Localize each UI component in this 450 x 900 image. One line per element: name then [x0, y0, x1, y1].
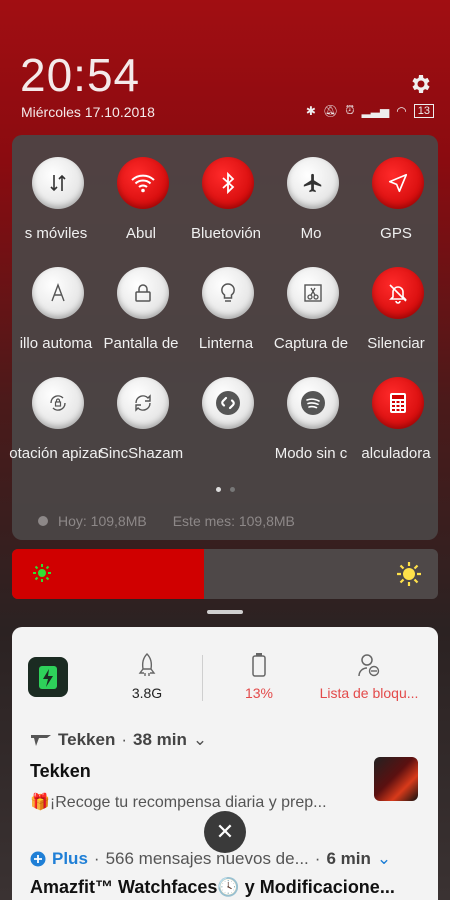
- data-usage: Hoy: 109,8MB Este mes: 109,8MB: [38, 513, 295, 529]
- settings-gear-icon[interactable]: [408, 72, 432, 96]
- blocked-user-icon: [308, 651, 430, 679]
- quick-settings-panel: s móviles Abul Bluetovión Mo GPS illo au…: [9, 135, 438, 540]
- wifi-icon: ◠: [396, 103, 407, 118]
- lock-icon: [117, 267, 169, 319]
- auto-brightness-icon: [32, 267, 84, 319]
- tile-airplane[interactable]: Mo: [267, 157, 352, 267]
- drag-handle[interactable]: [207, 610, 243, 614]
- system-shortcuts: 3.8G 13% Lista de bloqu...: [12, 627, 438, 717]
- bulb-icon: [202, 267, 254, 319]
- battery-value: 13%: [244, 685, 274, 701]
- status-header: 20:54 Miércoles 17.10.2018 ✱ 🔕︎ ⏰︎ ▂▃▅ ◠…: [0, 0, 450, 130]
- usage-today: Hoy: 109,8MB: [38, 513, 147, 529]
- calculator-icon: [372, 377, 424, 429]
- blocked-value: Lista de bloqu...: [319, 685, 419, 701]
- data-transfer-icon: [32, 157, 84, 209]
- status-icons: ✱ 🔕︎ ⏰︎ ▂▃▅ ◠ 13: [306, 103, 434, 118]
- tile-rotation-lock[interactable]: otación apizar: [9, 377, 103, 487]
- page-indicator: [12, 487, 438, 492]
- sync-icon: [117, 377, 169, 429]
- usage-dot-icon: [38, 516, 48, 526]
- bell-off-icon: [372, 267, 424, 319]
- quick-settings-grid: s móviles Abul Bluetovión Mo GPS illo au…: [9, 157, 438, 487]
- spotify-icon: [287, 377, 339, 429]
- tile-auto-brightness[interactable]: illo automa: [12, 267, 97, 377]
- tile-mobile-data[interactable]: s móviles: [12, 157, 97, 267]
- rotation-lock-icon: [32, 377, 84, 429]
- location-icon: [372, 157, 424, 209]
- tile-offline-mode[interactable]: Modo sin c: [267, 377, 352, 487]
- brightness-slider[interactable]: [12, 549, 438, 599]
- tile-wifi[interactable]: Abul: [97, 157, 182, 267]
- tile-silence[interactable]: Silenciar: [352, 267, 437, 377]
- battery-stat[interactable]: 13%: [224, 651, 294, 701]
- tile-screen-lock[interactable]: Pantalla de: [97, 267, 182, 377]
- bell-off-icon: 🔕︎: [322, 103, 339, 118]
- memory-stat[interactable]: 3.8G: [112, 651, 182, 701]
- close-icon: ✕: [215, 819, 235, 844]
- chevron-down-icon[interactable]: ⌄: [377, 849, 391, 869]
- tekken-thumbnail: [374, 757, 418, 801]
- battery-icon: [224, 651, 294, 679]
- notification-body[interactable]: 🎁¡Recoge tu recompensa diaria y prep...: [30, 792, 327, 812]
- clock: 20:54: [20, 49, 141, 101]
- tile-shazam[interactable]: [182, 377, 267, 487]
- brightness-low-icon: [32, 563, 52, 588]
- screenshot-icon: [287, 267, 339, 319]
- bluetooth-icon: [202, 157, 254, 209]
- notification-card: 3.8G 13% Lista de bloqu... Tekken · 38 min…: [12, 627, 438, 900]
- page-dot-active: [215, 487, 221, 492]
- tile-bluetooth[interactable]: Bluetovión: [182, 157, 267, 267]
- tekken-app-icon: [31, 735, 51, 746]
- tile-gps[interactable]: GPS: [352, 157, 437, 267]
- tile-label: alculadora: [361, 445, 431, 462]
- airplane-icon: [287, 157, 339, 209]
- tile-label: Silenciar: [367, 335, 425, 352]
- divider: [202, 655, 203, 701]
- close-button[interactable]: ✕: [204, 811, 246, 853]
- page-dot: [229, 487, 235, 492]
- blocked-list-stat[interactable]: Lista de bloqu...: [308, 651, 430, 701]
- tile-label: GPS: [380, 225, 412, 242]
- tile-flashlight[interactable]: Linterna: [182, 267, 267, 377]
- tile-calculator[interactable]: alculadora: [352, 377, 437, 487]
- notification-header[interactable]: Tekken · 38 min ⌄: [30, 730, 207, 750]
- shazam-icon: [202, 377, 254, 429]
- bluetooth-icon: ✱: [305, 103, 316, 118]
- chevron-down-icon[interactable]: ⌄: [193, 730, 207, 750]
- notification-header[interactable]: Plus · 566 mensajes nuevos de... · 6 min ⌄: [30, 849, 391, 869]
- plus-app-icon: [30, 851, 46, 867]
- notification-title[interactable]: Tekken: [30, 761, 91, 782]
- tile-screenshot[interactable]: Captura de: [267, 267, 352, 377]
- battery-indicator: 13: [413, 103, 434, 118]
- usage-month: Este mes: 109,8MB: [172, 513, 295, 529]
- rocket-icon: [112, 651, 182, 679]
- cleaner-app-icon[interactable]: [28, 657, 68, 697]
- signal-icon: ▂▃▅: [361, 103, 390, 118]
- memory-value: 3.8G: [131, 685, 163, 701]
- date: Miércoles 17.10.2018: [21, 104, 155, 120]
- alarm-icon: ⏰︎: [345, 103, 355, 117]
- brightness-high-icon: [396, 561, 422, 592]
- wifi-icon: [117, 157, 169, 209]
- tile-label: SincShazam: [98, 445, 184, 462]
- tile-sync[interactable]: SincShazam: [97, 377, 183, 487]
- notification-title[interactable]: Amazfit™ Watchfaces🕓 y Modificacione...: [30, 877, 395, 898]
